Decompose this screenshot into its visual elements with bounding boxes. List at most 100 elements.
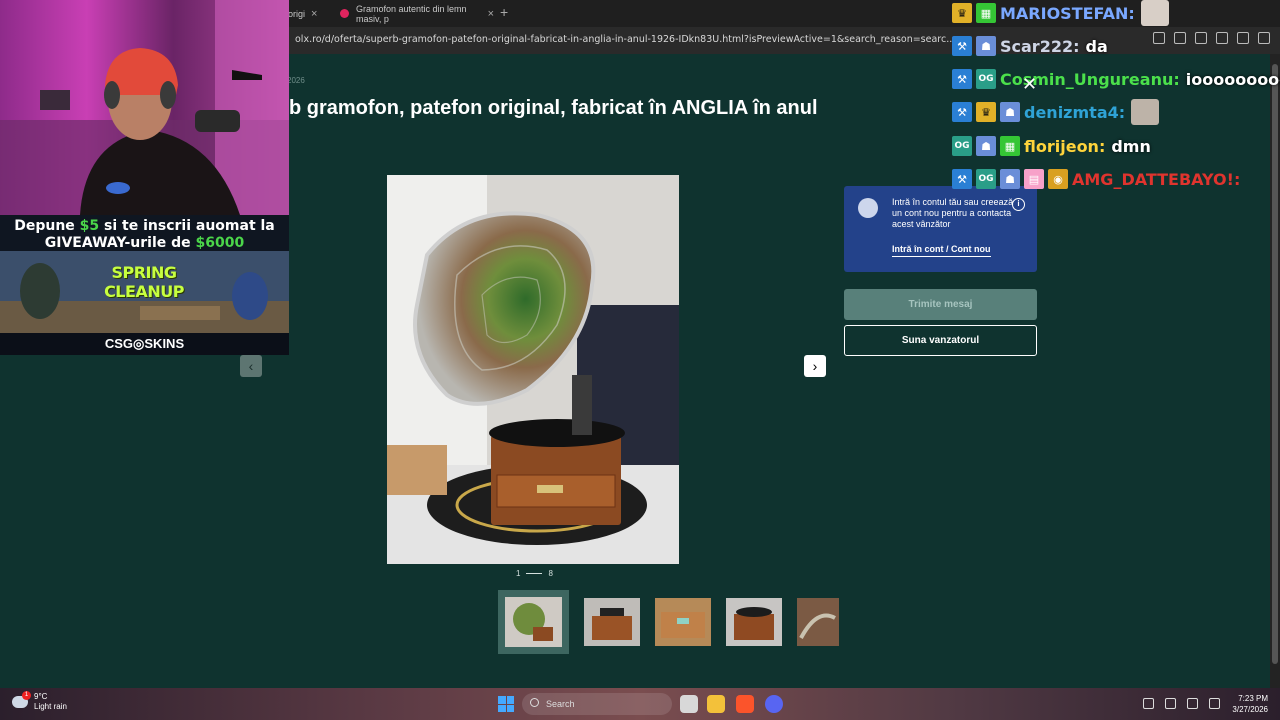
- extensions-icon[interactable]: [1153, 32, 1165, 44]
- bot-badge-icon: ☗: [976, 36, 996, 56]
- close-icon[interactable]: ✕: [1022, 74, 1037, 95]
- volume-icon[interactable]: [1165, 698, 1176, 709]
- sponsor-promo-overlay: Depune $5 si te inscrii auomat la GIVEAW…: [0, 215, 289, 355]
- gramophone-photo: [387, 175, 679, 564]
- thumbnail-image: [655, 598, 711, 646]
- search-icon: [530, 698, 539, 707]
- shield-icon[interactable]: [1237, 32, 1249, 44]
- taskbar-search[interactable]: Search: [522, 693, 672, 715]
- chat-message: ⚒ ☗ Scar222: da: [952, 34, 1108, 58]
- chat-username: denizmta4:: [1024, 102, 1126, 122]
- pager-current: 1: [516, 569, 521, 578]
- promo-artwork: SPRING CLEANUP: [0, 251, 289, 333]
- pig-badge-icon: ▤: [1024, 169, 1044, 189]
- start-button-icon[interactable]: [498, 696, 514, 712]
- tab-label: origi: [288, 8, 306, 19]
- page-scrollbar[interactable]: [1270, 54, 1280, 688]
- chat-text: ioooooooooool: [1185, 69, 1280, 89]
- chat-message: ⚒ OG Cosmin_Ungureanu: ioooooooooool: [952, 67, 1280, 91]
- scrollbar-thumb[interactable]: [1272, 64, 1278, 664]
- taskbar-clock[interactable]: 7:23 PM 3/27/2026: [1232, 693, 1268, 715]
- brave-browser-icon[interactable]: [736, 695, 754, 713]
- login-prompt-card: Intră în contul tău sau creează un cont …: [844, 186, 1037, 272]
- promo-line-2: GIVEAWAY-urile de $6000: [0, 235, 289, 252]
- streamer-webcam-image: [0, 0, 289, 215]
- windows-taskbar: 1 9°C Light rain Search 7:23 PM 3/27/202…: [0, 688, 1280, 720]
- task-view-icon[interactable]: [680, 695, 698, 713]
- chat-username: MARIOSTEFAN:: [1000, 3, 1135, 23]
- bot-badge-icon: ☗: [976, 136, 996, 156]
- new-tab-button[interactable]: +: [500, 4, 508, 20]
- promo-text-part: GIVEAWAY-urile de: [44, 235, 196, 251]
- crown-badge-icon: ♛: [952, 3, 972, 23]
- gallery-pager: 1 8: [516, 569, 553, 578]
- browser-tab-active[interactable]: Gramofon autentic din lemn masiv, p ×: [334, 2, 494, 25]
- chevron-up-icon[interactable]: [1143, 698, 1154, 709]
- login-prompt-text: Intră în contul tău sau creează un cont …: [892, 197, 1014, 229]
- thumbnail-image: [797, 598, 839, 646]
- info-icon[interactable]: i: [1012, 198, 1025, 211]
- url-field[interactable]: olx.ro/d/oferta/superb-gramofon-patefon-…: [295, 34, 955, 45]
- weather-temp: 9°C: [34, 692, 48, 701]
- cat-emote-icon: [1140, 0, 1169, 26]
- thumbnail-5[interactable]: [797, 598, 839, 646]
- pager-divider: [526, 573, 543, 574]
- thumbnail-2[interactable]: [584, 598, 640, 646]
- user-globe-icon: [858, 198, 878, 218]
- sidebar-icon[interactable]: [1195, 32, 1207, 44]
- discord-icon[interactable]: [765, 695, 783, 713]
- og-badge-icon: OG: [976, 69, 996, 89]
- moderator-badge-icon: ⚒: [952, 36, 972, 56]
- wallet-icon[interactable]: [1216, 32, 1228, 44]
- display-icon[interactable]: [1187, 698, 1198, 709]
- thumbnail-3[interactable]: [655, 598, 711, 646]
- thumbnail-1[interactable]: [498, 590, 569, 654]
- chat-message: ⚒ ♛ ☗ denizmta4:: [952, 99, 1160, 125]
- promo-text-part: si te inscrii auomat la: [99, 218, 275, 234]
- call-seller-button[interactable]: Suna vanzatorul: [844, 325, 1037, 356]
- chat-username: Scar222:: [1000, 36, 1080, 56]
- chat-message: OG ☗ ▦ florijeon: dmn: [952, 134, 1151, 158]
- screen: origi × Gramofon autentic din lemn masiv…: [0, 0, 1280, 720]
- ad-title: b gramofon, patefon original, fabricat î…: [289, 97, 818, 119]
- bot-badge-icon: ☗: [1000, 102, 1020, 122]
- search-placeholder: Search: [546, 699, 575, 709]
- thumbnail-image: [726, 598, 782, 646]
- speaker-icon[interactable]: [1209, 698, 1220, 709]
- media-icon[interactable]: [1174, 32, 1186, 44]
- promo-amount: $5: [79, 218, 100, 234]
- gallery-prev-button[interactable]: ‹: [240, 355, 262, 377]
- promo-text: Depune $5 si te inscrii auomat la GIVEAW…: [0, 218, 289, 252]
- thumbnail-4[interactable]: [726, 598, 782, 646]
- browser-tab-previous[interactable]: origi ×: [288, 2, 328, 25]
- file-explorer-icon[interactable]: [707, 695, 725, 713]
- gallery-next-button[interactable]: ›: [804, 355, 826, 377]
- chat-text: da: [1085, 36, 1108, 56]
- bot-badge-icon: ☗: [1000, 169, 1020, 189]
- weather-text: 9°C Light rain: [34, 692, 67, 712]
- system-tray: [1143, 698, 1220, 709]
- posted-date: 2026: [287, 76, 305, 85]
- moderator-badge-icon: ⚒: [952, 102, 972, 122]
- game-badge-icon: ◉: [1048, 169, 1068, 189]
- send-message-button[interactable]: Trimite mesaj: [844, 289, 1037, 320]
- olx-favicon-icon: [340, 9, 349, 18]
- close-tab-icon[interactable]: ×: [311, 8, 317, 20]
- weather-desc: Light rain: [34, 702, 67, 711]
- menu-icon[interactable]: [1258, 32, 1270, 44]
- webcam-overlay: [0, 0, 289, 215]
- chat-message: ⚒ OG ☗ ▤ ◉ AMG_DATTEBAYO!:: [952, 167, 1240, 191]
- chat-username: AMG_DATTEBAYO!:: [1072, 169, 1241, 189]
- sponsor-logo: CSG◎SKINS: [0, 333, 289, 355]
- promo-line-1: Depune $5 si te inscrii auomat la: [0, 218, 289, 235]
- gift-badge-icon: ▦: [976, 3, 996, 23]
- crown-badge-icon: ♛: [976, 102, 996, 122]
- login-link[interactable]: Intră în cont / Cont nou: [892, 244, 991, 257]
- gallery-main-image[interactable]: [387, 175, 679, 564]
- tab-label: Gramofon autentic din lemn masiv, p: [356, 3, 467, 24]
- notification-badge: 1: [22, 691, 31, 700]
- og-badge-icon: OG: [952, 136, 972, 156]
- thumbnail-image: [505, 597, 562, 647]
- close-tab-icon[interactable]: ×: [488, 8, 494, 20]
- weather-widget[interactable]: 1 9°C Light rain: [12, 691, 67, 712]
